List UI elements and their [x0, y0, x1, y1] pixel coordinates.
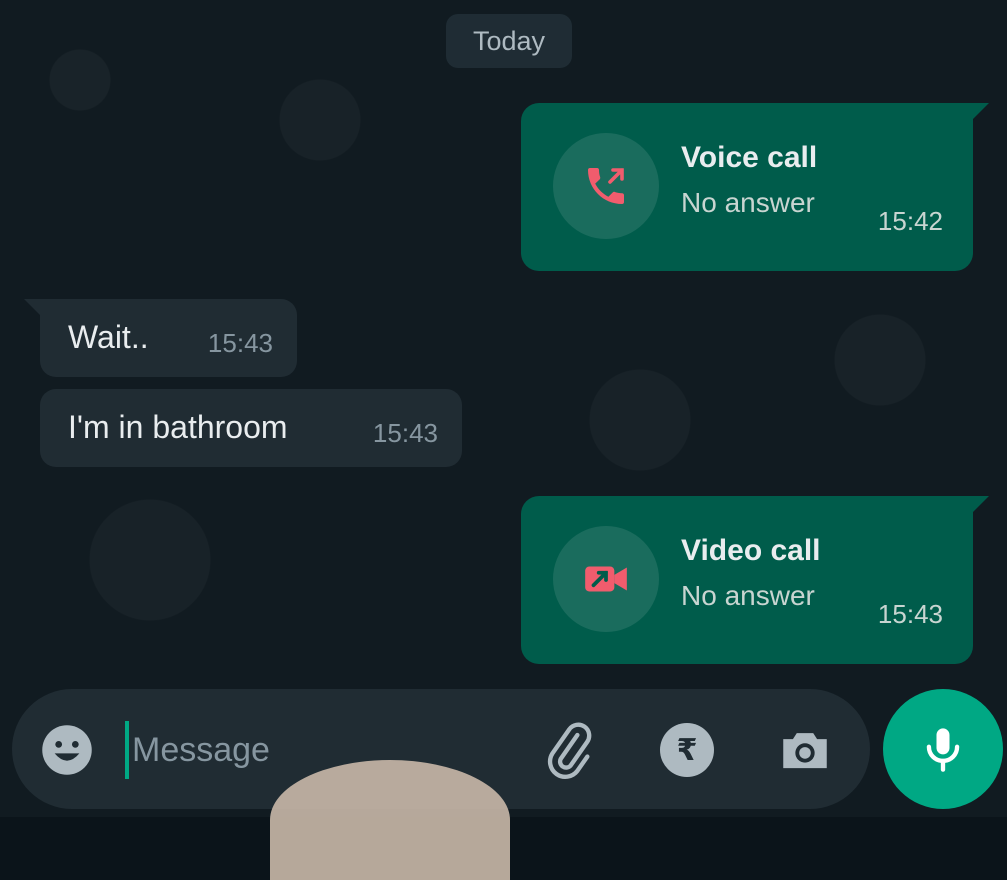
call-title: Video call: [681, 534, 821, 567]
message-time: 15:43: [372, 418, 438, 448]
message-text: I'm in bathroom: [68, 409, 288, 445]
outgoing-video-call-icon: [553, 526, 659, 632]
message-time: 15:42: [877, 206, 943, 236]
message-time: 15:43: [207, 328, 273, 358]
call-status: No answer: [681, 580, 815, 611]
video-call-message[interactable]: Video call No answer 15:43: [521, 496, 989, 664]
microphone-button[interactable]: [883, 689, 1003, 809]
call-status: No answer: [681, 187, 815, 218]
message-text: Wait..: [68, 319, 149, 355]
text-cursor: [125, 721, 129, 779]
date-separator: Today: [446, 14, 572, 68]
incoming-message[interactable]: Wait.. 15:43: [24, 299, 297, 377]
call-title: Voice call: [681, 141, 818, 174]
voice-call-message[interactable]: Voice call No answer 15:42: [521, 103, 989, 271]
rupee-icon[interactable]: ₹: [660, 723, 714, 777]
finger-overlay: [270, 760, 510, 880]
paperclip-icon[interactable]: [540, 721, 598, 779]
camera-icon[interactable]: [776, 721, 834, 779]
outgoing-voice-call-icon: [553, 133, 659, 239]
microphone-icon: [926, 728, 960, 772]
smiley-icon[interactable]: [40, 723, 94, 777]
message-time: 15:43: [877, 599, 943, 629]
incoming-message[interactable]: I'm in bathroom 15:43: [40, 389, 462, 467]
